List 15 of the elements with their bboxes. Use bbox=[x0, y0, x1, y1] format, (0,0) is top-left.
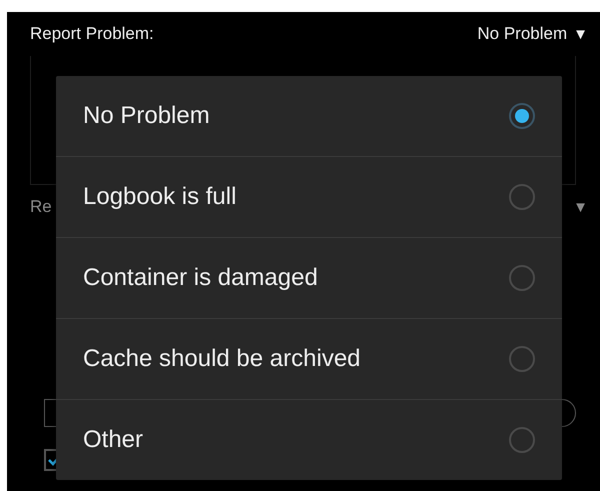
caret-icon: ▼ bbox=[573, 26, 588, 42]
radio-button[interactable] bbox=[509, 427, 535, 453]
radio-button[interactable] bbox=[509, 265, 535, 291]
report-problem-label: Report Problem: bbox=[30, 24, 154, 44]
caret-icon[interactable]: ▼ bbox=[573, 198, 588, 216]
problem-dropdown[interactable]: No Problem ▼ bbox=[477, 24, 588, 44]
radio-button[interactable] bbox=[509, 103, 535, 129]
option-item[interactable]: Other bbox=[56, 399, 562, 480]
row-label: Re bbox=[30, 197, 52, 217]
radio-button[interactable] bbox=[509, 346, 535, 372]
option-item[interactable]: Cache should be archived bbox=[56, 318, 562, 399]
radio-button[interactable] bbox=[509, 184, 535, 210]
option-item[interactable]: Logbook is full bbox=[56, 156, 562, 237]
option-item[interactable]: Container is damaged bbox=[56, 237, 562, 318]
option-item[interactable]: No Problem bbox=[56, 76, 562, 156]
